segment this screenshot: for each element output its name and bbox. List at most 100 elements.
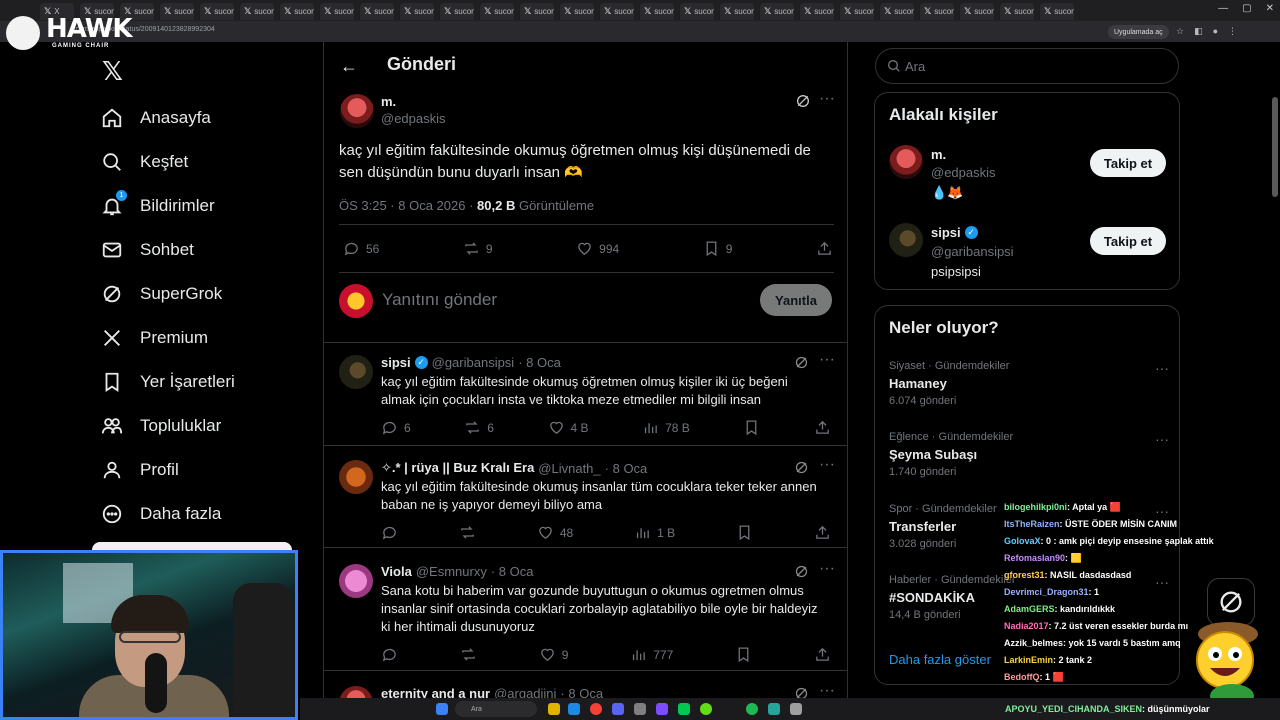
profile-icon[interactable]: ● [1213,26,1218,37]
app-icon[interactable] [656,703,668,715]
nav-item-supergrok[interactable]: SuperGrok [100,272,300,316]
more-options-icon[interactable]: ··· [819,90,835,108]
browser-tab[interactable]: 𝕏sucom [760,3,794,20]
search-input[interactable]: Ara [875,48,1179,84]
person-handle[interactable]: @edpaskis [931,165,996,180]
more-options-icon[interactable]: ··· [1155,503,1169,519]
browser-tab[interactable]: 𝕏sucom [360,3,394,20]
avatar[interactable] [340,94,374,128]
edge-icon[interactable] [568,703,580,715]
repost-button[interactable] [459,524,476,541]
nav-item-profile[interactable]: Profil [100,448,300,492]
browser-tab[interactable]: 𝕏sucom [640,3,674,20]
folder-icon[interactable] [548,703,560,715]
nav-item-home[interactable]: Anasayfa [100,96,300,140]
maximize-icon[interactable]: ▢ [1242,3,1251,14]
scrollbar[interactable] [1272,42,1278,720]
menu-icon[interactable]: ⋮ [1228,26,1237,37]
minimize-icon[interactable]: — [1218,3,1228,14]
browser-tab[interactable]: 𝕏sucom [560,3,594,20]
browser-tab[interactable]: 𝕏sucom [200,3,234,20]
person-name[interactable]: sipsi ✓ [931,225,978,240]
browser-tab[interactable]: 𝕏sucom [720,3,754,20]
reply-submit-button[interactable]: Yanıtla [760,284,832,316]
nav-item-messages[interactable]: Sohbet [100,228,300,272]
nav-item-premium[interactable]: Premium [100,316,300,360]
repost-button[interactable] [460,646,477,663]
browser-tab[interactable]: 𝕏sucom [800,3,834,20]
views-button[interactable]: 78 B [642,419,690,436]
star-icon[interactable]: ☆ [1176,26,1184,37]
trend-item[interactable]: Siyaset · Gündemdekiler Hamaney 6.074 gö… [889,360,1169,407]
trend-item[interactable]: Spor · Gündemdekiler Transferler 3.028 g… [889,503,1169,550]
share-button[interactable] [814,419,831,436]
reply-button[interactable]: 6 [381,419,411,436]
browser-tab[interactable]: 𝕏sucom [400,3,434,20]
browser-tab[interactable]: 𝕏sucom [840,3,874,20]
avatar[interactable] [339,355,373,389]
reply-author-name[interactable]: ✧.* | rüya || Buz Kralı Era [381,460,534,476]
reply-author-handle[interactable]: @garibansipsi [432,355,515,370]
x-logo-icon[interactable]: 𝕏 [102,56,123,87]
grok-icon[interactable] [794,564,809,579]
views-button[interactable]: 1 B [634,524,675,541]
app-icon[interactable] [700,703,712,715]
taskbar-search[interactable]: Ara [455,701,537,717]
avatar[interactable] [889,145,923,179]
like-button[interactable]: 48 [537,524,573,541]
back-arrow-icon[interactable]: ← [340,56,358,77]
share-button[interactable] [814,646,831,663]
trend-item[interactable]: Eğlence · Gündemdekiler Şeyma Subaşı 1.7… [889,431,1169,478]
browser-tab[interactable]: 𝕏sucom [1000,3,1034,20]
open-in-app-button[interactable]: Uygulamada aç [1108,25,1169,39]
browser-tab[interactable]: 𝕏sucom [440,3,474,20]
reply-author-name[interactable]: sipsi [381,355,411,370]
bookmark-button[interactable] [743,419,760,436]
browser-tab[interactable]: 𝕏sucom [320,3,354,20]
reply-button[interactable] [381,646,398,663]
browser-tab[interactable]: 𝕏sucom [680,3,714,20]
grok-icon[interactable] [794,460,809,475]
app-icon[interactable] [678,703,690,715]
nav-item-explore[interactable]: Keşfet [100,140,300,184]
app-icon[interactable] [768,703,780,715]
avatar[interactable] [889,223,923,257]
reply-author-handle[interactable]: @Livnath_ [538,461,600,476]
reply-author-name[interactable]: Viola [381,564,412,579]
share-button[interactable] [816,240,833,257]
browser-tab[interactable]: 𝕏sucom [280,3,314,20]
more-options-icon[interactable]: ··· [1155,360,1169,376]
browser-tab[interactable]: 𝕏sucom [1040,3,1074,20]
more-options-icon[interactable]: ··· [1155,431,1169,447]
grok-icon[interactable] [794,355,809,370]
follow-button[interactable]: Takip et [1090,149,1166,177]
more-options-icon[interactable]: ··· [1155,574,1169,590]
spotify-icon[interactable] [746,703,758,715]
browser-tab[interactable]: 𝕏sucom [520,3,554,20]
more-options-icon[interactable]: ··· [819,456,835,474]
bookmark-button[interactable] [736,524,753,541]
extensions-icon[interactable]: ◧ [1194,26,1203,37]
show-more-link[interactable]: Daha fazla göster [889,652,991,667]
browser-tab[interactable]: 𝕏sucom [960,3,994,20]
share-button[interactable] [814,524,831,541]
more-options-icon[interactable]: ··· [819,351,835,369]
person-handle[interactable]: @garibansipsi [931,244,1014,259]
repost-button[interactable]: 9 [463,240,493,257]
post-author-name[interactable]: m. [381,94,396,109]
browser-tab[interactable]: 𝕏sucom [600,3,634,20]
reply-button[interactable] [381,524,398,541]
browser-tab[interactable]: 𝕏sucom [240,3,274,20]
views-button[interactable]: 777 [630,646,673,663]
like-button[interactable]: 9 [539,646,568,663]
start-icon[interactable] [436,703,448,715]
nav-item-communities[interactable]: Topluluklar [100,404,300,448]
grok-icon[interactable] [795,93,811,109]
like-button[interactable]: 994 [576,240,619,257]
nav-item-notifications[interactable]: 1 Bildirimler [100,184,300,228]
avatar[interactable] [339,564,373,598]
browser-tab[interactable]: 𝕏sucom [160,3,194,20]
repost-button[interactable]: 6 [464,419,494,436]
reply-button[interactable]: 56 [343,240,379,257]
browser-tab[interactable]: 𝕏sucom [920,3,954,20]
